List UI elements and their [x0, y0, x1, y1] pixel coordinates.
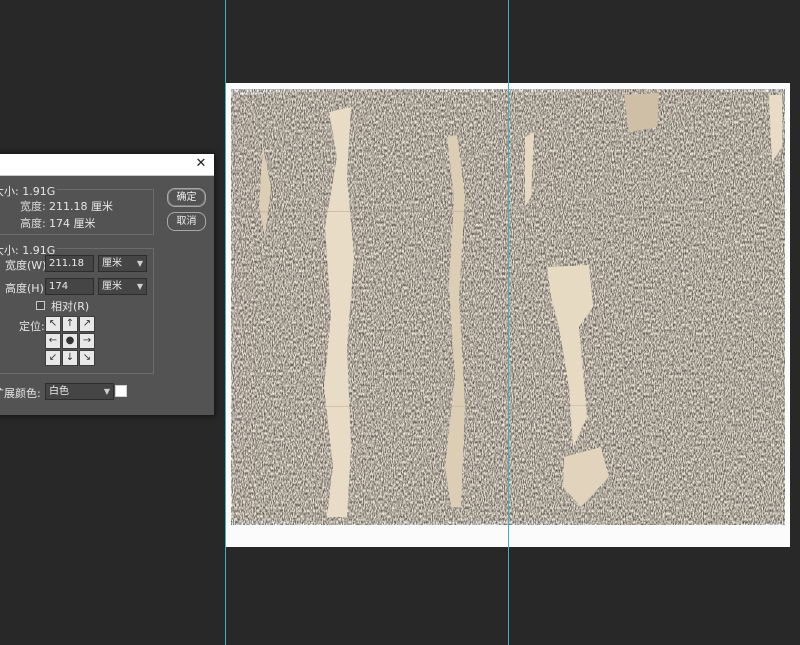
- arrow-down-icon[interactable]: ↓: [62, 350, 78, 366]
- anchor-label: 定位:: [19, 320, 45, 333]
- close-button[interactable]: ✕: [192, 155, 210, 173]
- vertical-guide-center[interactable]: [508, 0, 509, 645]
- vertical-guide-left[interactable]: [225, 0, 226, 645]
- height-input[interactable]: 174: [45, 278, 94, 295]
- cancel-button[interactable]: 取消: [167, 212, 206, 231]
- new-width-label: 宽度(W):: [5, 259, 51, 272]
- relative-checkbox[interactable]: [36, 301, 45, 310]
- chevron-down-icon: ▼: [136, 259, 143, 268]
- relative-label[interactable]: 相对(R): [51, 298, 89, 314]
- extension-color-label: 画布扩展颜色:: [0, 387, 41, 400]
- close-icon: ✕: [195, 156, 207, 171]
- canvas-size-dialog: ✕ 文档大小: 1.91G 宽度: 211.18 厘米 高度: 174 厘米 确…: [0, 153, 215, 416]
- current-width-label: 宽度:: [20, 200, 46, 213]
- height-unit-value: 厘米: [102, 281, 122, 292]
- arrow-down-right-icon[interactable]: ↘: [79, 350, 95, 366]
- width-input[interactable]: 211.18: [45, 255, 94, 272]
- dialog-titlebar[interactable]: ✕: [0, 154, 214, 176]
- ok-button[interactable]: 确定: [167, 188, 206, 207]
- arrow-up-icon[interactable]: ↑: [62, 316, 78, 332]
- extension-color-select[interactable]: 白色 ▼: [45, 383, 114, 400]
- new-height-label: 高度(H):: [5, 282, 48, 295]
- arrow-down-left-icon[interactable]: ↙: [45, 350, 61, 366]
- anchor-center-icon[interactable]: ●: [62, 333, 78, 349]
- extension-color-swatch[interactable]: [115, 385, 127, 397]
- current-height-value: 174 厘米: [49, 217, 96, 230]
- height-unit-select[interactable]: 厘米 ▼: [98, 278, 147, 295]
- arrow-up-right-icon[interactable]: ↗: [79, 316, 95, 332]
- current-height-label: 高度:: [20, 217, 46, 230]
- chevron-down-icon: ▼: [103, 387, 110, 396]
- arrow-right-icon[interactable]: →: [79, 333, 95, 349]
- current-size-heading: 文档大小: 1.91G: [0, 183, 58, 199]
- arrow-up-left-icon[interactable]: ↖: [45, 316, 61, 332]
- anchor-grid: ↖ ↑ ↗ ← ● → ↙ ↓ ↘: [45, 316, 96, 367]
- width-unit-value: 厘米: [102, 258, 122, 269]
- extension-color-value: 白色: [49, 386, 69, 397]
- width-unit-select[interactable]: 厘米 ▼: [98, 255, 147, 272]
- current-width-value: 211.18 厘米: [49, 200, 113, 213]
- chevron-down-icon: ▼: [136, 282, 143, 291]
- arrow-left-icon[interactable]: ←: [45, 333, 61, 349]
